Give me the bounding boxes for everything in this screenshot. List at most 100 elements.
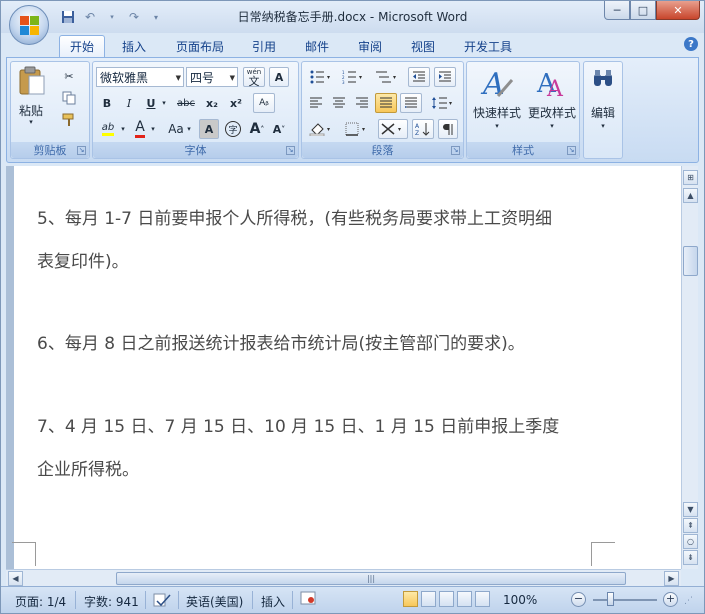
asian-layout-icon[interactable]: ▾ [378, 119, 408, 139]
sort-icon[interactable]: AZ [412, 119, 434, 139]
tab-home[interactable]: 开始 [59, 35, 105, 57]
chevron-down-icon[interactable]: ▾ [159, 93, 169, 113]
office-button[interactable] [9, 5, 49, 45]
document-page[interactable]: 5、每月 1-7 日前要申报个人所得税，(有些税务局要求带上工资明细 表复印件)… [12, 166, 681, 569]
copy-icon[interactable] [59, 88, 79, 108]
vertical-scroll-thumb[interactable] [683, 246, 698, 276]
dialog-launcher-icon[interactable]: ↘ [567, 146, 576, 155]
svg-text:3: 3 [342, 80, 345, 84]
horizontal-scrollbar[interactable]: ◀ ||| ▶ [6, 569, 681, 586]
decrease-indent-icon[interactable] [408, 67, 430, 87]
scroll-up-icon[interactable]: ▲ [683, 188, 698, 203]
align-center-icon[interactable] [329, 93, 349, 113]
change-styles-button[interactable]: A A 更改样式 ▾ [525, 64, 579, 136]
align-right-icon[interactable] [352, 93, 372, 113]
zoom-slider-track[interactable] [593, 599, 657, 601]
chevron-down-icon[interactable]: ▼ [176, 74, 181, 82]
format-painter-icon[interactable] [59, 110, 79, 130]
subscript-button[interactable]: x₂ [201, 93, 223, 113]
shrink-font-button[interactable]: A ˅ [269, 119, 289, 139]
page-indicator[interactable]: 页面: 1/4 [15, 593, 66, 610]
scroll-right-icon[interactable]: ▶ [664, 571, 679, 586]
quick-styles-button[interactable]: A 快速样式 ▾ [469, 64, 525, 136]
line-spacing-icon[interactable]: ▾ [428, 93, 458, 113]
distributed-icon[interactable] [400, 93, 422, 113]
chevron-down-icon[interactable]: ▾ [119, 119, 127, 139]
language-indicator[interactable]: 英语(美国) [186, 593, 243, 610]
help-icon[interactable]: ? [684, 37, 698, 51]
cut-icon[interactable]: ✂ [59, 66, 79, 86]
zoom-slider-thumb[interactable] [607, 592, 614, 606]
tab-view[interactable]: 视图 [400, 35, 446, 57]
select-browse-object-icon[interactable]: ○ [683, 534, 698, 549]
word-count[interactable]: 字数: 941 [84, 593, 139, 610]
tab-review[interactable]: 审阅 [347, 35, 393, 57]
ruler-toggle-icon[interactable]: ⊞ [683, 170, 698, 185]
highlight-button[interactable]: ab [97, 119, 119, 139]
increase-indent-icon[interactable] [434, 67, 456, 87]
numbering-icon[interactable]: 1 2 3 ▾ [338, 67, 368, 87]
justify-icon[interactable] [375, 93, 397, 113]
grow-font-button[interactable]: A ˄ [247, 119, 267, 139]
tab-references[interactable]: 引用 [241, 35, 287, 57]
character-border-button[interactable]: A [269, 67, 289, 87]
maximize-button[interactable]: □ [630, 1, 656, 20]
previous-page-icon[interactable]: ⇞ [683, 518, 698, 533]
editing-button[interactable]: 编辑 ▾ [585, 64, 621, 136]
multilevel-list-icon[interactable]: ▾ [372, 67, 402, 87]
full-screen-reading-view-icon[interactable] [421, 591, 436, 607]
web-layout-view-icon[interactable] [439, 591, 454, 607]
minimize-button[interactable]: ─ [604, 1, 630, 20]
outline-view-icon[interactable] [457, 591, 472, 607]
macro-record-icon[interactable] [300, 591, 316, 608]
insert-mode[interactable]: 插入 [261, 593, 285, 610]
font-size-combo[interactable]: 四号 ▼ [186, 67, 238, 87]
character-shading-button[interactable]: A [199, 119, 219, 139]
svg-text:▾: ▾ [327, 126, 330, 133]
ribbon: 粘贴 ▾ ✂ 剪贴板 ↘ 微软雅黑 ▼ 四号 ▼ wén 文 A B I U ▾… [6, 57, 699, 163]
paste-button[interactable]: 粘贴 ▾ [15, 66, 47, 126]
title-bar: ↶ ▾ ↷ ▾ 日常纳税备忘手册.docx - Microsoft Word ─… [1, 1, 704, 33]
bold-button[interactable]: B [97, 93, 117, 113]
font-color-text: A [135, 120, 145, 138]
draft-view-icon[interactable] [475, 591, 490, 607]
dialog-launcher-icon[interactable]: ↘ [286, 146, 295, 155]
phonetic-guide-button[interactable]: wén 文 [243, 67, 265, 87]
tab-page-layout[interactable]: 页面布局 [165, 35, 235, 57]
borders-icon[interactable]: ▾ [342, 119, 372, 139]
show-hide-marks-icon[interactable] [438, 119, 458, 139]
scroll-down-icon[interactable]: ▼ [683, 502, 698, 517]
print-layout-view-icon[interactable] [403, 591, 418, 607]
bullets-icon[interactable]: ▾ [306, 67, 336, 87]
align-left-icon[interactable] [306, 93, 326, 113]
close-button[interactable]: ✕ [656, 1, 700, 20]
dialog-launcher-icon[interactable]: ↘ [451, 146, 460, 155]
tab-developer[interactable]: 开发工具 [454, 35, 522, 57]
font-name-combo[interactable]: 微软雅黑 ▼ [96, 67, 184, 87]
resize-grip-icon[interactable]: ⋰ [684, 596, 693, 606]
font-color-button[interactable]: A [131, 119, 149, 139]
chevron-down-icon[interactable]: ▼ [230, 74, 235, 82]
superscript-button[interactable]: x² [225, 93, 247, 113]
zoom-out-button[interactable]: − [571, 592, 586, 607]
next-page-icon[interactable]: ⇟ [683, 550, 698, 565]
proofing-icon[interactable] [153, 593, 171, 610]
italic-button[interactable]: I [119, 93, 139, 113]
underline-button[interactable]: U [141, 93, 161, 113]
tab-mailings[interactable]: 邮件 [294, 35, 340, 57]
tab-insert[interactable]: 插入 [111, 35, 157, 57]
styles-group: A 快速样式 ▾ A A 更改样式 ▾ 样式 ↘ [466, 61, 580, 159]
zoom-level[interactable]: 100% [503, 593, 537, 607]
chevron-down-icon[interactable]: ▾ [149, 119, 157, 139]
word-window: ↶ ▾ ↷ ▾ 日常纳税备忘手册.docx - Microsoft Word ─… [0, 0, 705, 614]
zoom-in-button[interactable]: + [663, 592, 678, 607]
clear-formatting-icon[interactable]: Aᵦ [253, 93, 275, 113]
shading-icon[interactable]: ▾ [306, 119, 336, 139]
chevron-down-icon[interactable]: ▾ [185, 119, 193, 139]
scroll-left-icon[interactable]: ◀ [8, 571, 23, 586]
dialog-launcher-icon[interactable]: ↘ [77, 146, 86, 155]
vertical-scrollbar[interactable]: ⊞ ▲ ▼ ⇞ ○ ⇟ [681, 166, 698, 569]
horizontal-scroll-thumb[interactable]: ||| [116, 572, 626, 585]
strikethrough-button[interactable]: abc [173, 93, 199, 113]
enclose-characters-button[interactable]: 字 [223, 119, 243, 139]
